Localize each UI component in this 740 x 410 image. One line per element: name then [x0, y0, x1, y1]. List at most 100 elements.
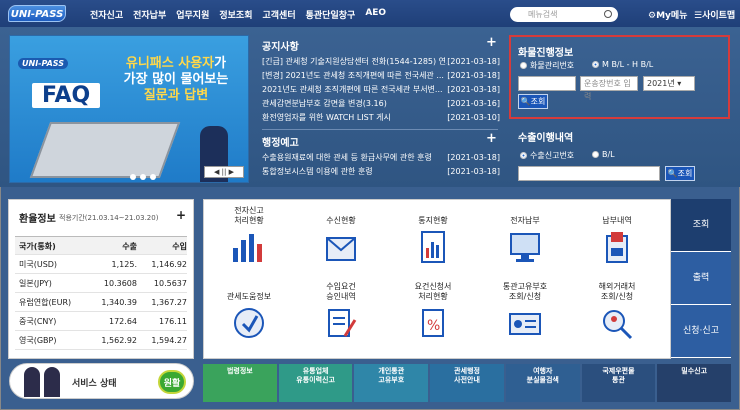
notice-item[interactable]: [변경] 2021년도 관세청 조직개편에 따른 전국세관 ... [2021-0… [262, 69, 500, 83]
waybill-input[interactable]: 운송장번호 입력 [580, 76, 638, 101]
notice-item-date: [2021-03-10] [447, 113, 500, 122]
service-status-badge: 원활 [158, 370, 186, 394]
tab-application[interactable]: 신청·신고 [671, 305, 731, 358]
table-row: 중국(CNY) 172.64 176.11 [15, 312, 187, 331]
export-radio2-label: B/L [602, 150, 615, 159]
cargo-radio-mgmt[interactable]: 화물관리번호 [520, 60, 574, 71]
quick-item-payment-history[interactable]: 납부내역 [572, 206, 662, 264]
quick-item-notification[interactable]: 통지현황 [388, 206, 478, 264]
banner-law-info[interactable]: 법령정보 [203, 364, 277, 402]
quick-item-label: 통관고유부호 조회/신청 [502, 282, 548, 301]
notice-item-text[interactable]: 환전영업자를 위한 WATCH LIST 게시 [262, 111, 447, 125]
banner-personal-code[interactable]: 개인통관 고유부호 [354, 364, 429, 402]
notice-list: [긴급] 관세청 기술지원상담센터 전화(1544-1285) 연... [202… [262, 55, 500, 125]
quick-item-import-approval[interactable]: 수입요건 승인내역 [296, 282, 386, 340]
export-search-button[interactable]: 🔍조회 [665, 166, 695, 181]
service-status-label: 서비스 상태 [72, 379, 117, 389]
admin-notice-list: 수출용원재료에 대한 관세 등 환급사무에 관한 훈령 [2021-03-18] … [262, 151, 500, 179]
radio-selected-icon[interactable] [520, 152, 527, 159]
document-pen-icon [323, 306, 359, 340]
nav-item-e-declaration[interactable]: 전자신고 [90, 8, 123, 21]
quick-item-overseas-partner[interactable]: 해외거래처 조회/신청 [572, 282, 662, 340]
banner-lost-items[interactable]: 여행자 분실물검색 [505, 364, 580, 402]
export-radio-bl[interactable]: B/L [592, 150, 615, 159]
banner-smuggling-report[interactable]: 밀수신고 [657, 364, 732, 402]
banner-intl-mail[interactable]: 국제우편물 통관 [581, 364, 656, 402]
banner-customs-guide[interactable]: 관세행정 사전안내 [430, 364, 504, 402]
search-placeholder: 메뉴검색 [528, 10, 558, 19]
card-terminal-icon [599, 230, 635, 264]
banner-distribution-report[interactable]: 유통업체 유통이력신고 [278, 364, 353, 402]
cell-country: 영국(GBP) [19, 336, 57, 345]
faq-title: FAQ [32, 83, 101, 108]
year-select[interactable]: 2021년 ▾ [643, 76, 695, 91]
slide-dot[interactable] [150, 174, 156, 180]
slide-dot[interactable] [140, 174, 146, 180]
cargo-number-input[interactable] [518, 76, 576, 91]
exchange-title: 환율정보 [19, 214, 56, 225]
notice-item-text[interactable]: 2021년도 관세청 조직개편에 따른 전국세관 부서변... [262, 83, 447, 97]
notice-item[interactable]: 환전영업자를 위한 WATCH LIST 게시 [2021-03-10] [262, 111, 500, 125]
slide-dot[interactable] [130, 174, 136, 180]
admin-notice-text[interactable]: 통합정보시스템 이용에 관한 훈령 [262, 165, 447, 179]
slide-control[interactable]: ◀ || ▶ [204, 166, 244, 178]
nav-item-aeo[interactable]: AEO [365, 8, 386, 21]
export-number-input[interactable] [518, 166, 660, 181]
quick-item-label: 전자납부 [510, 216, 540, 225]
computer-icon [507, 230, 543, 264]
radio-selected-icon[interactable] [592, 61, 599, 68]
cargo-search-button[interactable]: 🔍조회 [518, 94, 548, 109]
quick-item-label: 납부내역 [602, 216, 632, 225]
slide-indicator[interactable] [130, 174, 156, 180]
quick-item-unique-code[interactable]: 통관고유부호 조회/신청 [480, 282, 570, 340]
nav-item-e-payment[interactable]: 전자납부 [133, 8, 166, 21]
unipass-logo[interactable]: UNI-PASS [8, 5, 66, 22]
admin-notice-text[interactable]: 수출용원재료에 대한 관세 등 환급사무에 관한 훈령 [262, 151, 447, 165]
notice-item-text[interactable]: 관세감면분납부호 감면율 변경(3.16) [262, 97, 447, 111]
notice-item[interactable]: 2021년도 관세청 조직개편에 따른 전국세관 부서변... [2021-03-… [262, 83, 500, 97]
quick-item-label: 관세도움정보 [226, 292, 272, 301]
admin-notice-title: 행정예고 [262, 138, 299, 149]
exchange-more-button[interactable]: + [176, 208, 186, 222]
nav-item-support[interactable]: 업무지원 [176, 8, 209, 21]
cargo-radio-bl[interactable]: M B/L - H B/L [592, 60, 653, 69]
main-nav: 전자신고 전자납부 업무지원 정보조회 고객센터 통관단일창구 AEO [90, 8, 396, 21]
quick-item-label: 수신현황 [326, 216, 356, 225]
tab-inquiry[interactable]: 조회 [671, 199, 731, 252]
top-bar: UNI-PASS 전자신고 전자납부 업무지원 정보조회 고객센터 통관단일창구… [0, 0, 740, 27]
admin-notice-item[interactable]: 통합정보시스템 이용에 관한 훈령 [2021-03-18] [262, 165, 500, 179]
radio-icon[interactable] [520, 62, 527, 69]
notice-item-text[interactable]: [긴급] 관세청 기술지원상담센터 전화(1544-1285) 연... [262, 55, 447, 69]
admin-notice-item[interactable]: 수출용원재료에 대한 관세 등 환급사무에 관한 훈령 [2021-03-18] [262, 151, 500, 165]
mymenu-label: My메뉴 [656, 11, 688, 21]
tab-print[interactable]: 출력 [671, 252, 731, 305]
notice-item-text[interactable]: [변경] 2021년도 관세청 조직개편에 따른 전국세관 ... [262, 69, 447, 83]
nav-item-customer-center[interactable]: 고객센터 [263, 8, 296, 21]
quick-item-customs-help[interactable]: 관세도움정보 [204, 282, 294, 340]
faq-banner[interactable]: UNI-PASS 유니패스 사용자가 가장 많이 물어보는 질문과 답변 FAQ [9, 35, 249, 183]
notice-more-button[interactable]: + [486, 35, 497, 50]
cell-import: 176.11 [159, 317, 187, 326]
notice-item[interactable]: 관세감면분납부호 감면율 변경(3.16) [2021-03-16] [262, 97, 500, 111]
sitemap-link[interactable]: ☰사이트맵 [694, 8, 735, 21]
menu-search-input[interactable]: 메뉴검색 [510, 7, 618, 22]
nav-item-single-window[interactable]: 통관단일창구 [306, 8, 356, 21]
divider [262, 129, 498, 130]
quick-menu-grid: 전자신고 처리현황 수신현황 통지현황 전자납부 납부내역 관세도움정보 수입요… [203, 199, 671, 359]
quick-item-label: 통지현황 [418, 216, 448, 225]
nav-item-inquiry[interactable]: 정보조회 [219, 8, 252, 21]
quick-item-received[interactable]: 수신현황 [296, 206, 386, 264]
banner-strip: 법령정보 유통업체 유통이력신고 개인통관 고유부호 관세행정 사전안내 여행자… [203, 364, 732, 402]
notice-item[interactable]: [긴급] 관세청 기술지원상담센터 전화(1544-1285) 연... [202… [262, 55, 500, 69]
exchange-period: 적용기간(21.03.14~21.03.20) [59, 214, 159, 222]
radio-icon[interactable] [592, 151, 599, 158]
search-icon[interactable] [604, 10, 612, 18]
quick-item-requirement-status[interactable]: 요건신청서 처리현황 % [388, 282, 478, 340]
admin-notice-more-button[interactable]: + [486, 131, 497, 146]
faq-logo: UNI-PASS [18, 58, 69, 69]
export-title: 수출이행내역 [518, 133, 574, 144]
export-radio-decl[interactable]: 수출신고번호 [520, 150, 574, 161]
quick-item-declaration-status[interactable]: 전자신고 처리현황 [204, 206, 294, 264]
mymenu-link[interactable]: ⚙My메뉴 [648, 8, 687, 21]
quick-item-e-payment[interactable]: 전자납부 [480, 206, 570, 264]
